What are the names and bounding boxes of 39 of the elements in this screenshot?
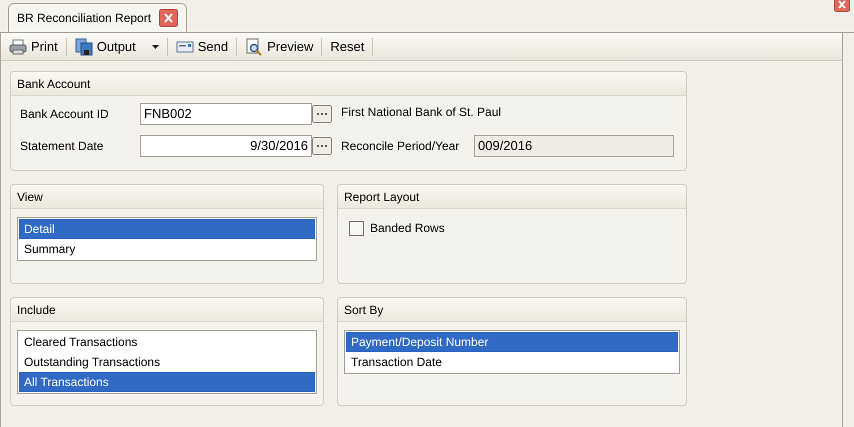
period-field: 009/2016 [474,135,674,157]
panel-header: Bank Account [11,72,686,96]
field-label: Statement Date [20,138,104,155]
input-field[interactable]: FNB002 [140,103,312,125]
list-item[interactable]: Payment/Deposit Number [346,332,678,352]
toolbar-button[interactable]: Preview [239,36,320,58]
field-label: Bank Account ID [20,106,110,123]
date-field[interactable]: 9/30/2016 [140,135,312,157]
list-item[interactable]: Transaction Date [346,352,678,372]
panel-header: Report Layout [338,185,686,209]
list-box[interactable]: Detail Summary [17,217,317,261]
magnifier-page-icon [245,38,264,56]
document-tab[interactable]: BR Reconciliation Report [8,3,188,32]
list-item[interactable]: Outstanding Transactions [19,352,315,372]
envelope-icon [176,40,194,54]
close-icon[interactable] [834,0,850,12]
toolbar-button[interactable]: Send [170,36,234,58]
panel-header: View [11,185,323,209]
tab-title: BR Reconciliation Report [17,10,152,27]
list-item[interactable]: Detail [19,219,315,239]
ellipsis-button[interactable] [312,137,332,155]
field-label: Reconcile Period/Year [340,138,460,155]
list-item[interactable]: Summary [19,239,315,259]
floppy-disk-icon [74,38,93,56]
printer-icon [9,38,27,54]
toolbar-button[interactable]: Reset [324,36,370,58]
ellipsis-button[interactable] [312,105,332,123]
list-box[interactable]: Payment/Deposit Number Transaction Date [344,330,680,374]
list-item[interactable]: All Transactions [19,372,315,392]
close-icon[interactable] [159,9,178,27]
toolbar-button[interactable]: Output [68,36,165,58]
bank-name-label: First National Bank of St. Paul [340,104,502,121]
panel-header: Sort By [338,298,686,322]
list-box[interactable]: Cleared Transactions Outstanding Transactions All Transactions [17,330,317,394]
banded-rows-checkbox[interactable]: Banded Rows [349,219,445,237]
list-item[interactable]: Cleared Transactions [19,332,315,352]
caret-icon [152,44,159,48]
panel-header: Include [11,298,323,322]
toolbar-button[interactable]: Print [3,36,64,58]
